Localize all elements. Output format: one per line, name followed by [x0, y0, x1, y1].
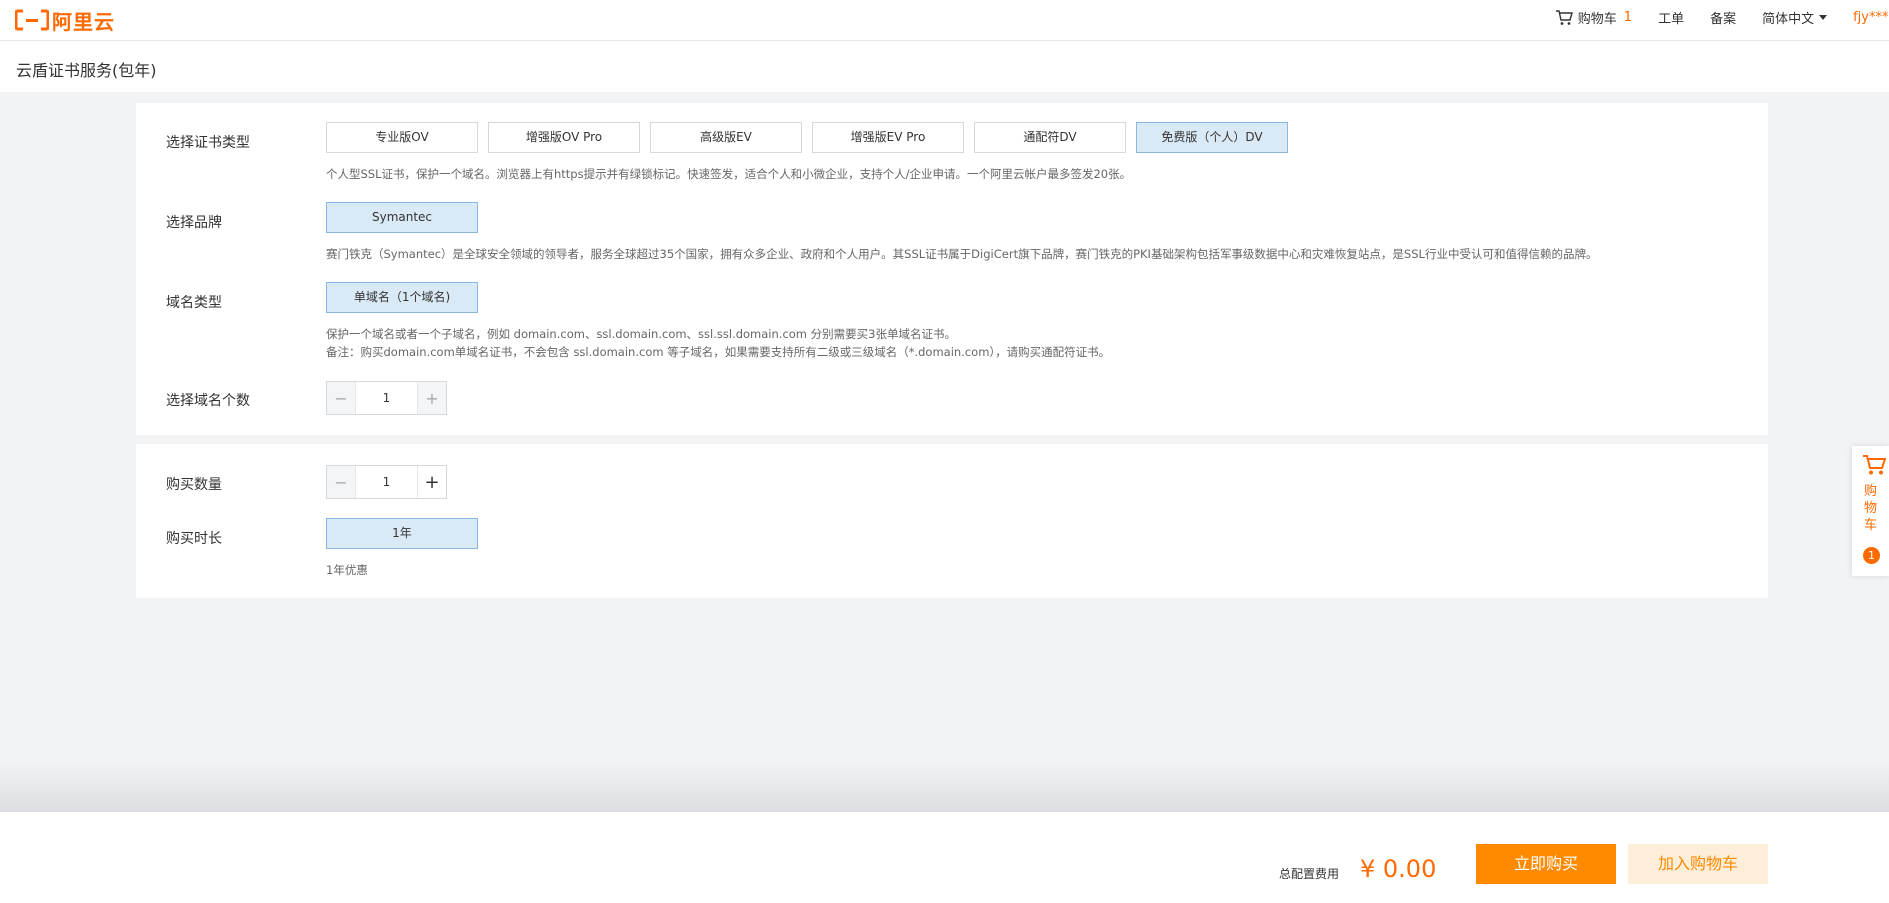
- logo-text: 阿里云: [52, 9, 115, 34]
- domain-type-label: 域名类型: [166, 295, 222, 311]
- brand-label: 选择品牌: [166, 215, 222, 231]
- cart-count: 1: [1623, 9, 1633, 25]
- brand-option-symantec[interactable]: Symantec: [326, 202, 478, 233]
- total-price-label: 总配置费用: [1279, 867, 1340, 881]
- floating-cart-count: 1: [1863, 547, 1880, 564]
- chevron-down-icon: [1819, 15, 1828, 20]
- quantity-value[interactable]: 1: [356, 466, 417, 498]
- cert-option-ev[interactable]: 高级版EV: [650, 122, 802, 153]
- bottom-bar-shadow: [0, 760, 1889, 812]
- aliyun-logo-icon: [15, 9, 49, 31]
- floating-cart-label: 购物车: [1852, 483, 1889, 534]
- cart-label: 购物车: [1577, 11, 1617, 27]
- cart-icon: [1555, 9, 1573, 25]
- cert-option-ov[interactable]: 专业版OV: [326, 122, 478, 153]
- domain-count-value[interactable]: 1: [356, 382, 417, 414]
- floating-cart-text: 购物车: [1864, 484, 1878, 533]
- quantity-label: 购买数量: [166, 477, 222, 493]
- quantity-decrement-button[interactable]: −: [327, 466, 356, 498]
- cert-option-ev-pro[interactable]: 增强版EV Pro: [812, 122, 964, 153]
- add-to-cart-button[interactable]: 加入购物车: [1628, 844, 1768, 884]
- aliyun-logo[interactable]: 阿里云: [15, 5, 115, 35]
- domain-count-increment-button[interactable]: +: [417, 382, 446, 414]
- cart-icon: [1863, 455, 1886, 475]
- buy-now-button[interactable]: 立即购买: [1476, 844, 1616, 884]
- top-cart-link[interactable]: 购物车 1: [1555, 8, 1632, 27]
- cert-option-free-dv[interactable]: 免费版（个人）DV: [1136, 122, 1288, 153]
- cert-type-desc: 个人型SSL证书，保护一个域名。浏览器上有https提示并有绿锁标记。快速签发，…: [326, 167, 1132, 181]
- cert-type-label: 选择证书类型: [166, 135, 250, 151]
- purchase-panel: 购买数量 − 1 + 购买时长 1年 1年优惠: [136, 444, 1768, 598]
- language-selector[interactable]: 简体中文: [1762, 8, 1828, 27]
- checkout-bar: 总配置费用 ¥ 0.00 立即购买 加入购物车: [0, 812, 1889, 903]
- domain-count-stepper: − 1 +: [326, 381, 447, 415]
- domain-count-label: 选择域名个数: [166, 393, 250, 409]
- top-navbar: 阿里云 购物车 1 工单 备案 简体中文 fjy****: [0, 0, 1889, 41]
- duration-option-1-year[interactable]: 1年: [326, 518, 478, 549]
- quantity-increment-button[interactable]: +: [417, 466, 446, 498]
- beian-link[interactable]: 备案: [1710, 8, 1736, 27]
- config-panel: 选择证书类型 专业版OV 增强版OV Pro 高级版EV 增强版EV Pro 通…: [136, 103, 1768, 435]
- brand-desc: 赛门铁克（Symantec）是全球安全领域的领导者，服务全球超过35个国家，拥有…: [326, 247, 1598, 261]
- user-account[interactable]: fjy****: [1853, 10, 1889, 25]
- duration-label: 购买时长: [166, 531, 222, 547]
- domain-type-option-single[interactable]: 单域名（1个域名): [326, 282, 478, 313]
- floating-cart[interactable]: 购物车 1: [1852, 446, 1889, 576]
- total-price-value: ¥ 0.00: [1360, 855, 1437, 883]
- ticket-link[interactable]: 工单: [1658, 8, 1684, 27]
- domain-type-desc-2: 备注：购买domain.com单域名证书，不会包含 ssl.domain.com…: [326, 345, 1111, 359]
- language-label: 简体中文: [1762, 11, 1815, 27]
- page-header: 云盾证书服务(包年): [0, 41, 1889, 92]
- cert-option-wildcard-dv[interactable]: 通配符DV: [974, 122, 1126, 153]
- cert-option-ov-pro[interactable]: 增强版OV Pro: [488, 122, 640, 153]
- duration-note: 1年优惠: [326, 563, 368, 577]
- domain-count-decrement-button[interactable]: −: [327, 382, 356, 414]
- quantity-stepper: − 1 +: [326, 465, 447, 499]
- top-right-links: 购物车 1 工单 备案 简体中文 fjy****: [1555, 0, 1889, 34]
- page-title: 云盾证书服务(包年): [16, 61, 157, 80]
- domain-type-desc-1: 保护一个域名或者一个子域名，例如 domain.com、ssl.domain.c…: [326, 327, 956, 341]
